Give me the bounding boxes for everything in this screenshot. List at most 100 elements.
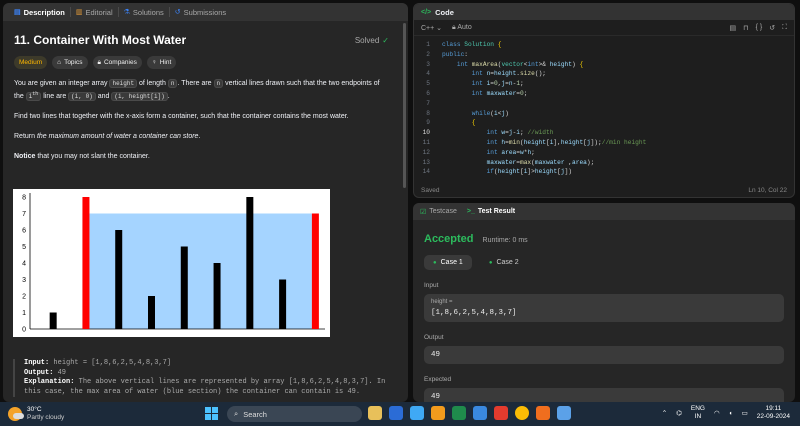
windows-taskbar: 30°C Partly cloudy ⌕ Search ⌃ ⌬ ENG IN ◠ … [0,402,800,426]
checkbox-icon: ☑ [420,208,427,216]
code-text: maxwater=max(maxwater ,area); [486,158,595,166]
file-explorer-icon[interactable] [368,406,382,420]
chart-bar [311,213,319,329]
code-line[interactable]: 7 [414,99,794,109]
submissions-icon: ↺ [174,9,181,16]
wifi-icon[interactable]: ◠ [714,409,720,417]
app3-icon[interactable] [557,406,571,420]
search-icon: ⌕ [234,409,239,418]
terminal-icon: >_ [466,208,475,215]
code-text: int maxwater=0; [471,89,528,97]
tab-submissions[interactable]: ↺ Submissions [170,7,231,17]
line-number: 3 [426,60,430,68]
code-line[interactable]: 3 int maxArea(vector<int>& height) { [414,60,794,70]
tab-testcase[interactable]: ☑ Testcase [420,208,457,216]
fullscreen-icon[interactable]: ⛶ [782,24,787,32]
auto-mode[interactable]: 🔒︎ Auto [452,24,472,32]
edge-icon[interactable] [389,406,403,420]
line-number: 1 [426,41,430,48]
code-line[interactable]: 10 int w=j-i; //width [414,128,794,138]
tab-editorial[interactable]: ▥ Editorial [71,7,119,17]
app2-icon[interactable] [536,406,550,420]
topics-button[interactable]: ⌂ Topics [52,56,88,69]
code-editor[interactable]: 1 class Solution { 2 public: 3 int maxArea(v… [414,40,794,177]
tab-test-result[interactable]: >_ Test Result [467,208,515,215]
line-number: 2 [426,50,430,58]
code-line[interactable]: 11 int h=min(height[i],height[j]);//min … [414,138,794,148]
system-tray: ⌃ ⌬ ENG IN ◠ ◖ ▭ 19:11 22-09-2024 [662,405,790,421]
weather-widget[interactable]: 30°C Partly cloudy [8,406,64,422]
test-panel-header: ☑ Testcase >_ Test Result [413,203,795,220]
code-line[interactable]: 5 int i=0,j=n-1; [414,79,794,89]
app-icon[interactable] [452,406,466,420]
output-label: Output [424,334,444,341]
example-chart: 0 1 2 3 4 5 6 7 8 [13,189,330,337]
code-line[interactable]: 2 public: [414,50,794,60]
line-number: 8 [426,109,430,117]
code-text: int area=w*h; [486,148,535,156]
windows-start-icon[interactable] [205,407,218,420]
companies-button[interactable]: 🔒︎ Companies [92,56,142,69]
code-line[interactable]: 14 if(height[i]>height[j]) [414,167,794,177]
code-line[interactable]: 12 int area=w*h; [414,148,794,158]
chart-bar [148,296,155,329]
code-text: int h=min(height[i],height[j]);//min hei… [486,138,647,146]
expected-box: 49 [424,388,784,402]
code-toolbar: C++ ⌄ 🔒︎ Auto ▤ ⊓ { } ↺ ⛶ [414,20,794,36]
check-circle-icon: ✓ [382,35,389,45]
code-text: class Solution { [442,41,502,48]
note-icon[interactable]: ▤ [730,24,737,32]
clock[interactable]: 19:11 22-09-2024 [757,405,790,421]
solutions-icon: ⚗ [123,9,130,16]
browser-icon[interactable] [473,406,487,420]
code-text: { [471,119,476,127]
chevron-up-icon[interactable]: ⌃ [662,409,667,417]
speaker-icon[interactable]: ◖ [729,410,733,417]
code-line[interactable]: 1 class Solution { [414,40,794,50]
case-1-tab[interactable]: ● Case 1 [424,255,472,270]
reset-icon[interactable]: ↺ [769,24,775,32]
problem-title[interactable]: 11. Container With Most Water [14,33,186,47]
code-line[interactable]: 9 { [414,118,794,128]
solved-status: Solved ✓ [354,35,389,45]
chart-svg: 0 1 2 3 4 5 6 7 8 [22,193,325,334]
folder-icon[interactable] [431,406,445,420]
hint-button[interactable]: ♀ Hint [146,56,177,69]
language-indicator[interactable]: ENG IN [691,405,705,421]
code-line[interactable]: 13 maxwater=max(maxwater ,area); [414,158,794,168]
description-icon: ▤ [14,9,21,16]
y-tick-label: 2 [22,294,26,301]
tab-solutions[interactable]: ⚗ Solutions [119,7,170,17]
partly-cloudy-icon [8,407,24,421]
code-text: if(height[i]>height[j]) [486,168,573,176]
network-icon[interactable]: ⌬ [676,409,682,417]
bookmark-icon[interactable]: ⊓ [743,24,748,32]
saved-status: Saved [421,186,440,194]
code-text: public: [442,50,468,58]
expected-value: 49 [431,393,441,401]
taskbar-search[interactable]: ⌕ Search [227,406,362,422]
chrome-icon[interactable] [515,406,529,420]
language-select[interactable]: C++ ⌄ [421,24,442,32]
line-number: 10 [422,129,430,137]
input-box: height = [1,8,6,2,5,4,8,3,7] [424,294,784,322]
braces-icon[interactable]: { } [756,24,763,32]
code-line[interactable]: 8 while(i<j) [414,109,794,119]
problem-scrollbar[interactable] [403,23,406,188]
result-status: Accepted [424,233,474,245]
line-number: 6 [426,89,430,97]
output-box: 49 [424,346,784,364]
case-2-tab[interactable]: ● Case 2 [480,255,528,270]
battery-icon[interactable]: ▭ [742,409,748,417]
code-line[interactable]: 4 int n=height.size(); [414,69,794,79]
tab-description[interactable]: ▤ Description [9,7,71,17]
cursor-position: Ln 10, Col 22 [748,186,787,194]
store-icon[interactable] [410,406,424,420]
tag-icon: ⌂ [57,59,62,66]
input-var: height = [431,299,453,305]
media-icon[interactable] [494,406,508,420]
code-line[interactable]: 6 int maxwater=0; [414,89,794,99]
problem-paragraph-2: Find two lines that together with the x-… [14,113,349,120]
chart-bar [213,263,221,329]
